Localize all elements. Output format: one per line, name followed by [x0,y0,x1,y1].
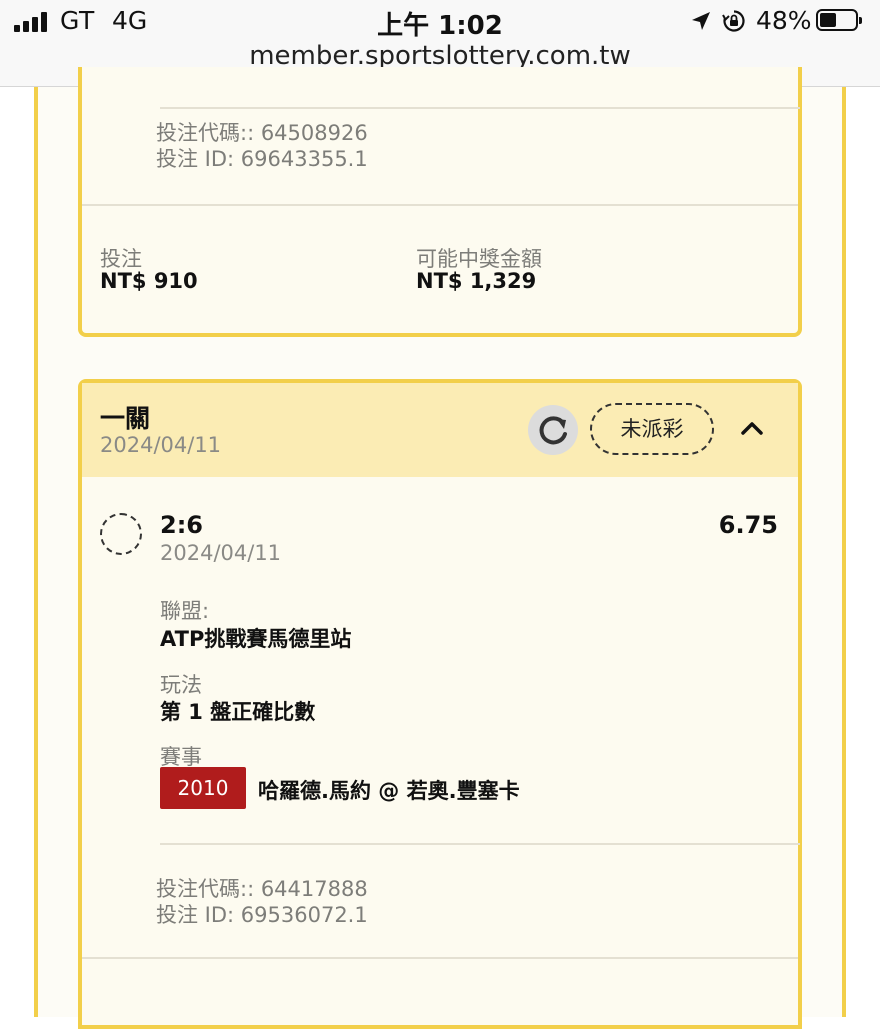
event-code-badge: 2010 [160,767,246,809]
payout-value: NT$ 1,329 [416,269,537,293]
bet-card-previous: 投注代碼:: 64508926 投注 ID: 69643355.1 投注 NT$… [78,67,802,337]
divider [160,843,800,845]
league-label: 聯盟: [160,599,210,623]
bet-type-title: 一關 [100,404,151,433]
rotation-lock-icon [722,10,745,32]
selection-pick: 2:6 [160,511,203,539]
bet-id: 投注 ID: 69643355.1 [156,147,368,171]
bet-history-page: 投注代碼:: 64508926 投注 ID: 69643355.1 投注 NT$… [0,67,880,1029]
bet-date: 2024/04/11 [100,433,222,457]
market-value: 第 1 盤正確比數 [160,700,316,724]
location-arrow-icon [692,12,710,30]
bet-card-header[interactable]: 一關 2024/04/11 未派彩 [82,383,798,477]
bet-card: 一關 2024/04/11 未派彩 2:6 6.75 2024/04/11 聯盟… [78,379,802,1029]
divider [160,107,800,109]
pending-circle-icon [100,513,142,555]
status-time: 上午 1:02 [377,11,503,41]
stake-value: NT$ 910 [100,269,198,293]
refresh-button[interactable] [528,405,578,455]
chevron-up-icon[interactable] [738,417,766,439]
divider [82,204,798,206]
selection-date: 2024/04/11 [160,541,282,565]
divider [82,957,798,959]
bet-id: 投注 ID: 69536072.1 [156,903,368,927]
status-badge: 未派彩 [590,403,714,455]
battery-level-fill [820,13,836,27]
market-label: 玩法 [160,673,202,697]
event-name: 哈羅德.馬約 @ 若奧.豐塞卡 [258,779,520,803]
refresh-icon [539,416,567,445]
battery-percent: 48% [756,6,812,35]
selection-odds: 6.75 [718,511,778,539]
battery-icon [816,9,862,31]
league-value: ATP挑戰賽馬德里站 [160,627,352,651]
